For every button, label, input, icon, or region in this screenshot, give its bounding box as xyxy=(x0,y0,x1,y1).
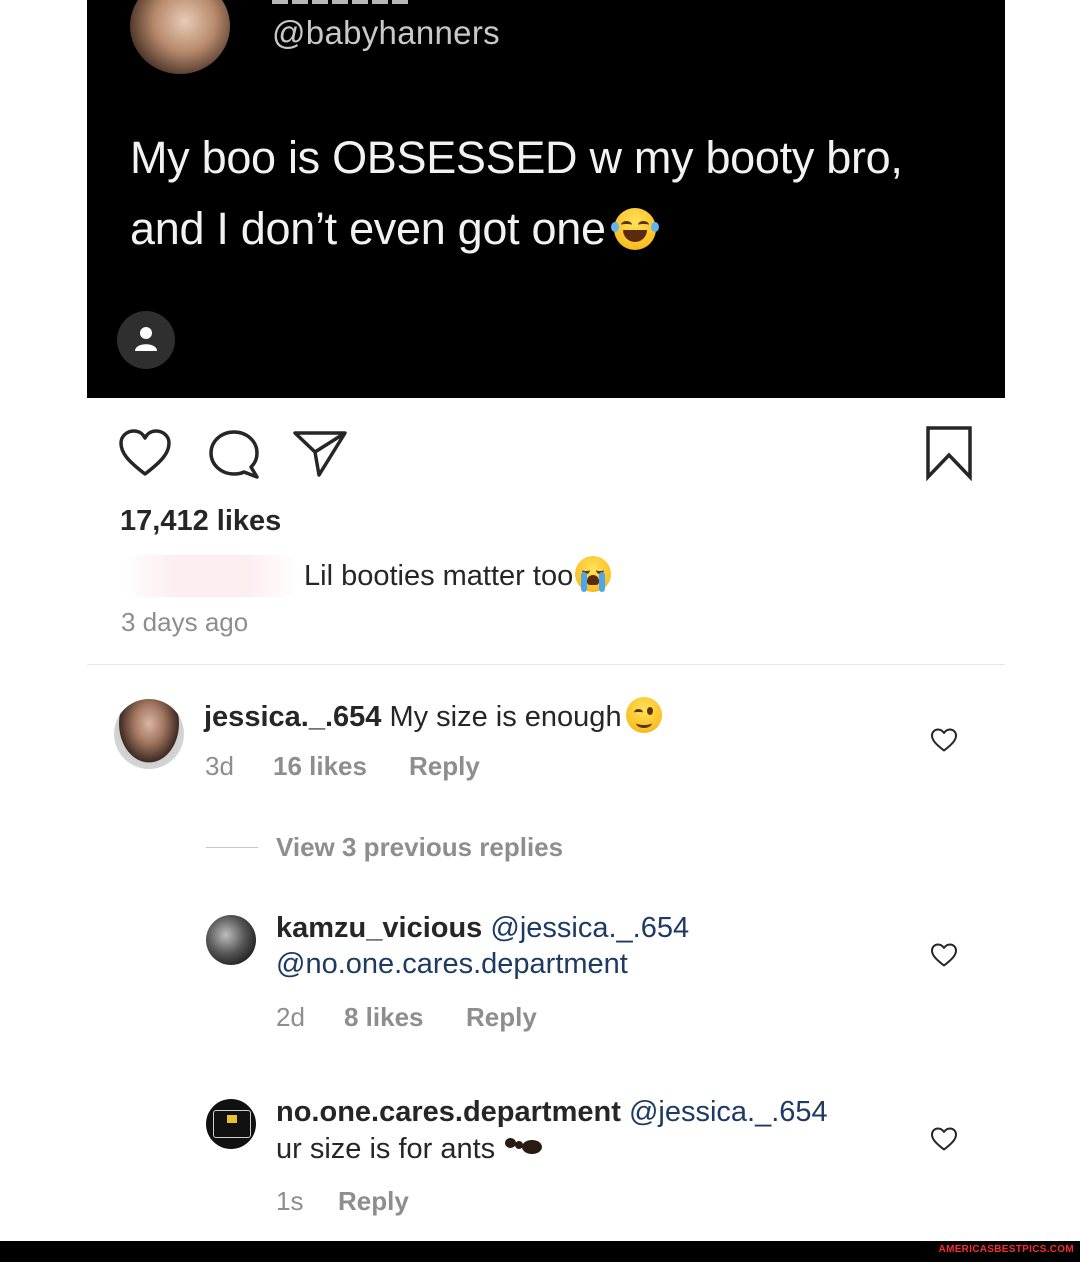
watermark-bar: AMERICASBESTPICS.COM xyxy=(0,1241,1080,1262)
tag-people-button[interactable] xyxy=(117,311,175,369)
reply-username[interactable]: no.one.cares.department xyxy=(276,1096,621,1128)
comment-bubble-icon[interactable] xyxy=(207,428,261,480)
comment-body: My size is enough xyxy=(389,701,622,733)
reply-text-line-1: no.one.cares.department @jessica._.654 xyxy=(276,1096,828,1129)
tweet-text-line-2: and I don’t even got one xyxy=(130,203,659,255)
tweet-text-line-2-text: and I don’t even got one xyxy=(130,203,606,254)
reply-username[interactable]: kamzu_vicious xyxy=(276,912,482,944)
watermark-text: AMERICASBESTPICS.COM xyxy=(938,1244,1074,1255)
reply-time: 1s xyxy=(276,1186,304,1216)
comment-username[interactable]: jessica._.654 xyxy=(204,701,381,733)
post-image[interactable]: @babyhanners My boo is OBSESSED w my boo… xyxy=(87,0,1005,398)
bookmark-icon[interactable] xyxy=(925,425,973,481)
caption-username-redacted xyxy=(121,555,301,597)
mention-link[interactable]: @no.one.cares.department xyxy=(276,948,628,980)
comment-likes[interactable]: 16 likes xyxy=(273,751,367,782)
mention-link[interactable]: @jessica._.654 xyxy=(490,912,689,944)
heart-icon[interactable] xyxy=(930,942,958,968)
caption-text: Lil booties matter too xyxy=(304,560,574,592)
reply-button[interactable]: Reply xyxy=(338,1186,409,1217)
reply-button[interactable]: Reply xyxy=(409,751,480,782)
avatar[interactable] xyxy=(206,1099,256,1149)
tweet-handle: @babyhanners xyxy=(272,14,500,51)
post-caption: Lil booties matter too xyxy=(304,556,612,593)
badge-logo-icon xyxy=(213,1110,251,1138)
avatar[interactable] xyxy=(114,699,184,769)
post-timestamp: 3 days ago xyxy=(121,607,249,637)
likes-count[interactable]: 17,412 likes xyxy=(120,505,281,538)
comment-time: 3d xyxy=(205,751,234,781)
laughing-emoji-icon xyxy=(610,208,659,250)
comment-text: jessica._.654 My size is enough xyxy=(204,697,662,734)
ant-emoji-icon xyxy=(503,1132,545,1160)
avatar[interactable] xyxy=(206,915,256,965)
reply-time: 2d xyxy=(276,1002,305,1032)
tweet-avatar xyxy=(130,0,230,74)
tweet-display-name-cropped xyxy=(272,0,412,4)
reply-body: ur size is for ants xyxy=(276,1133,496,1165)
reply-button[interactable]: Reply xyxy=(466,1002,537,1033)
reply-text-line-2: @no.one.cares.department xyxy=(276,948,628,981)
tweet-text-line-1: My boo is OBSESSED w my booty bro, xyxy=(130,132,903,183)
paper-plane-icon[interactable] xyxy=(292,428,348,478)
reply-text-line-2: ur size is for ants xyxy=(276,1132,545,1166)
heart-icon[interactable] xyxy=(930,1126,958,1152)
replies-divider xyxy=(206,847,258,848)
view-previous-replies-button[interactable]: View 3 previous replies xyxy=(276,832,563,863)
mention-link[interactable]: @jessica._.654 xyxy=(629,1096,828,1128)
reply-likes[interactable]: 8 likes xyxy=(344,1002,424,1033)
divider xyxy=(87,664,1005,665)
winking-emoji-icon xyxy=(625,697,662,733)
reply-text-line-1: kamzu_vicious @jessica._.654 xyxy=(276,912,689,945)
person-icon xyxy=(135,327,157,351)
heart-icon[interactable] xyxy=(930,727,958,753)
crying-emoji-icon xyxy=(575,556,612,592)
heart-icon[interactable] xyxy=(118,428,172,478)
